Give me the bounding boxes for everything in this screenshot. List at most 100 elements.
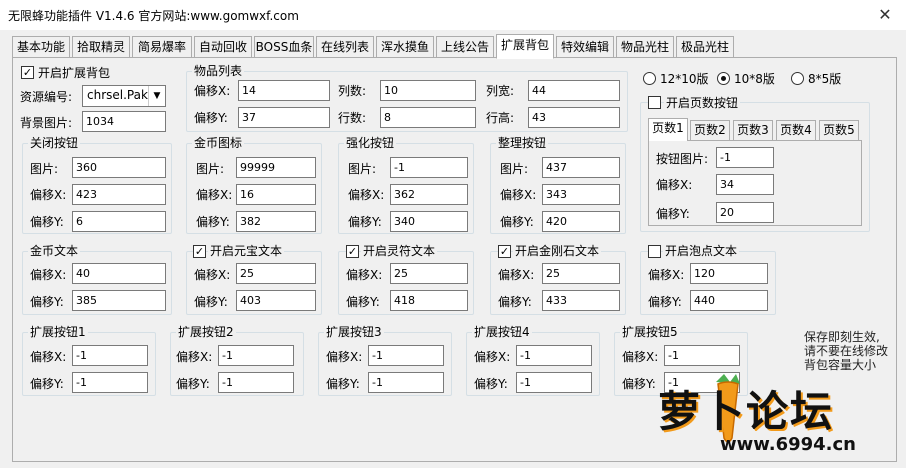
cols-input[interactable] <box>380 80 476 101</box>
lingfu-offx-input[interactable] <box>390 263 468 284</box>
ext5-offx-input[interactable] <box>664 345 740 366</box>
enable-bag-label: 开启扩展背包 <box>38 66 111 80</box>
sort-img-input[interactable] <box>542 157 620 178</box>
page-tab-5[interactable]: 页数5 <box>819 120 859 140</box>
gold-text-offx-label: 偏移X: <box>30 268 67 282</box>
ext2-offx-label: 偏移X: <box>176 350 213 364</box>
tab-item-light[interactable]: 物品光柱 <box>616 36 674 58</box>
item-offy-input[interactable] <box>238 107 330 128</box>
pager-offy-input[interactable] <box>716 202 774 223</box>
ext-button-1-title: 扩展按钮1 <box>28 325 88 339</box>
paodian-text-title: 开启泡点文本 <box>663 244 740 258</box>
ext3-offy-input[interactable] <box>368 372 444 393</box>
sort-offy-input[interactable] <box>542 211 620 232</box>
lingfu-offy-input[interactable] <box>390 290 468 311</box>
rows-label: 行数: <box>338 111 367 125</box>
ext4-offy-input[interactable] <box>516 372 592 393</box>
tab-announce[interactable]: 上线公告 <box>436 36 494 58</box>
ext3-offx-input[interactable] <box>368 345 444 366</box>
lingfu-offx-label: 偏移X: <box>346 268 383 282</box>
item-offx-input[interactable] <box>238 80 330 101</box>
tab-recycle[interactable]: 自动回收 <box>194 36 252 58</box>
lingfu-text-checkbox[interactable]: ✓ <box>346 245 359 258</box>
diamond-offy-input[interactable] <box>542 290 620 311</box>
ext1-offy-input[interactable] <box>72 372 148 393</box>
layout-8x5-label: 8*5版 <box>808 72 842 86</box>
paodian-offy-label: 偏移Y: <box>648 295 682 309</box>
tab-extend-bag[interactable]: 扩展背包 <box>496 34 554 59</box>
layout-8x5-radio[interactable] <box>791 72 804 85</box>
ext1-offy-label: 偏移Y: <box>30 377 64 391</box>
layout-10x8-radio[interactable] <box>717 72 730 85</box>
yuanbao-text-title: 开启元宝文本 <box>208 244 285 258</box>
diamond-text-title: 开启金刚石文本 <box>513 244 602 258</box>
page-tab-4[interactable]: 页数4 <box>776 120 816 140</box>
layout-10x8-label: 10*8版 <box>734 72 775 86</box>
enhance-offy-label: 偏移Y: <box>348 215 382 229</box>
gold-offx-input[interactable] <box>236 184 316 205</box>
enable-pager-label: 开启页数按钮 <box>664 96 741 110</box>
resource-select[interactable]: chrsel.Pak ▼ <box>82 85 166 107</box>
rowh-label: 行高: <box>486 111 515 125</box>
tab-basic[interactable]: 基本功能 <box>12 36 70 58</box>
paodian-text-checkbox[interactable] <box>648 245 661 258</box>
close-offy-input[interactable] <box>72 211 166 232</box>
gold-offy-input[interactable] <box>236 211 316 232</box>
tab-effect-edit[interactable]: 特效编辑 <box>556 36 614 58</box>
enhance-img-label: 图片: <box>348 162 377 176</box>
close-img-input[interactable] <box>72 157 166 178</box>
paodian-offx-input[interactable] <box>690 263 768 284</box>
watermark-logo: 萝卜论坛 www.6994.cn <box>650 372 896 460</box>
tab-fishing[interactable]: 浑水摸鱼 <box>376 36 434 58</box>
tab-online-list[interactable]: 在线列表 <box>316 36 374 58</box>
yuanbao-offy-input[interactable] <box>236 290 316 311</box>
item-offy-label: 偏移Y: <box>194 111 228 125</box>
ext-button-4-title: 扩展按钮4 <box>472 325 532 339</box>
ext-button-2-title: 扩展按钮2 <box>176 325 236 339</box>
close-offx-input[interactable] <box>72 184 166 205</box>
page-tab-1[interactable]: 页数1 <box>648 118 688 141</box>
yuanbao-offx-input[interactable] <box>236 263 316 284</box>
ext5-offx-label: 偏移X: <box>622 350 659 364</box>
diamond-offx-input[interactable] <box>542 263 620 284</box>
page-tab-3[interactable]: 页数3 <box>733 120 773 140</box>
diamond-text-checkbox[interactable]: ✓ <box>498 245 511 258</box>
ext1-offx-input[interactable] <box>72 345 148 366</box>
enable-pager-checkbox[interactable] <box>648 96 661 109</box>
chevron-down-icon[interactable]: ▼ <box>148 86 165 106</box>
ext4-offx-input[interactable] <box>516 345 592 366</box>
diamond-offx-label: 偏移X: <box>498 268 535 282</box>
rowh-input[interactable] <box>528 107 620 128</box>
tab-rare-light[interactable]: 极品光柱 <box>676 36 734 58</box>
tab-droprate[interactable]: 简易爆率 <box>132 36 192 58</box>
enable-bag-checkbox[interactable]: ✓ <box>21 66 34 79</box>
ext2-offy-input[interactable] <box>218 372 294 393</box>
bg-image-input[interactable] <box>82 111 166 132</box>
enhance-img-input[interactable] <box>390 157 468 178</box>
yuanbao-text-checkbox[interactable]: ✓ <box>193 245 206 258</box>
layout-12x10-radio[interactable] <box>643 72 656 85</box>
tab-boss-hp[interactable]: BOSS血条 <box>254 36 314 58</box>
gold-img-input[interactable] <box>236 157 316 178</box>
colw-label: 列宽: <box>486 84 515 98</box>
gold-text-offx-input[interactable] <box>72 263 166 284</box>
gold-icon-group-title: 金币图标 <box>192 136 245 150</box>
page-tab-2[interactable]: 页数2 <box>690 120 730 140</box>
rows-input[interactable] <box>380 107 476 128</box>
paodian-offy-input[interactable] <box>690 290 768 311</box>
page-tab-bar: 页数1 页数2 页数3 页数4 页数5 <box>648 118 862 141</box>
ext2-offx-input[interactable] <box>218 345 294 366</box>
gold-text-offy-input[interactable] <box>72 290 166 311</box>
colw-input[interactable] <box>528 80 620 101</box>
pager-img-input[interactable] <box>716 147 774 168</box>
close-offy-label: 偏移Y: <box>30 215 64 229</box>
sort-offx-input[interactable] <box>542 184 620 205</box>
pager-offx-input[interactable] <box>716 174 774 195</box>
tab-pickup[interactable]: 拾取精灵 <box>72 36 130 58</box>
close-button[interactable]: ✕ <box>870 2 900 28</box>
cols-label: 列数: <box>338 84 367 98</box>
ext1-offx-label: 偏移X: <box>30 350 67 364</box>
resource-label: 资源编号: <box>20 90 73 104</box>
enhance-offy-input[interactable] <box>390 211 468 232</box>
enhance-offx-input[interactable] <box>390 184 468 205</box>
